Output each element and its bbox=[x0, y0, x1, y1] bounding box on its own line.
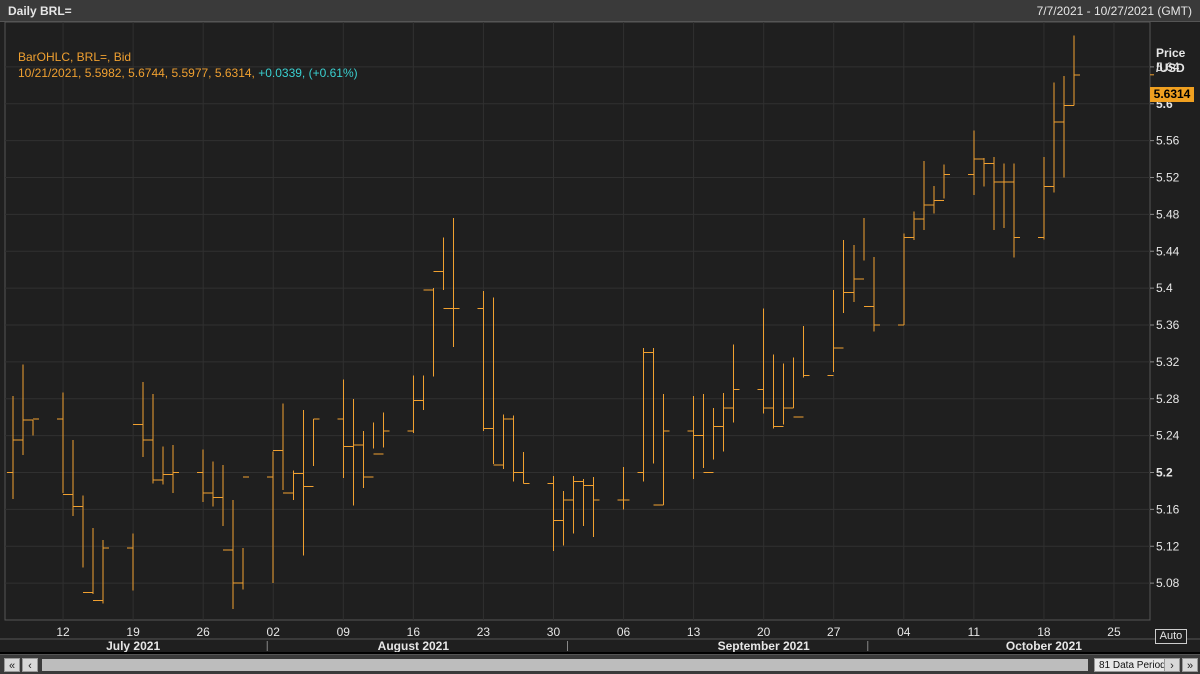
x-tick-label: 25 bbox=[1107, 625, 1121, 639]
scroll-prev-button[interactable]: ‹ bbox=[22, 658, 38, 672]
y-tick-label: 5.2 bbox=[1156, 466, 1173, 480]
auto-scale-button[interactable]: Auto bbox=[1155, 629, 1187, 644]
x-month-label: July 2021 bbox=[106, 639, 160, 652]
y-tick-label: 5.16 bbox=[1156, 502, 1180, 516]
scroll-first-button[interactable]: « bbox=[4, 658, 20, 672]
x-month-label: October 2021 bbox=[1006, 639, 1082, 652]
last-price-badge: 5.6314 bbox=[1150, 87, 1194, 102]
y-tick-label: 5.48 bbox=[1156, 207, 1180, 221]
ohlc-values: 10/21/2021, 5.5982, 5.6744, 5.5977, 5.63… bbox=[18, 66, 255, 80]
x-tick-label: 02 bbox=[267, 625, 281, 639]
x-tick-label: 11 bbox=[968, 625, 981, 639]
x-tick-label: 13 bbox=[687, 625, 701, 639]
x-tick-label: 27 bbox=[827, 625, 841, 639]
data-period-button[interactable]: 81 Data Period bbox=[1094, 658, 1171, 672]
x-tick-label: 06 bbox=[617, 625, 631, 639]
time-scrollbar[interactable]: « ‹ 81 Data Period › » bbox=[0, 654, 1200, 674]
y-tick-label: 5.36 bbox=[1156, 318, 1180, 332]
x-tick-label: 18 bbox=[1037, 625, 1051, 639]
x-month-label: August 2021 bbox=[378, 639, 450, 652]
y-tick-label: 5.56 bbox=[1156, 134, 1180, 148]
plot-frame bbox=[4, 22, 1151, 621]
scroll-last-button[interactable]: » bbox=[1182, 658, 1198, 672]
chart-title: Daily BRL= bbox=[8, 4, 72, 18]
y-tick-label: 5.4 bbox=[1156, 281, 1173, 295]
y-tick-label: 5.44 bbox=[1156, 244, 1180, 258]
ohlc-chart[interactable]: 5.08 5.12 5.16 5.2 5.24 5.28 5.32 5.36 5.4 5.44 5.… bbox=[0, 22, 1200, 652]
x-tick-label: 30 bbox=[547, 625, 561, 639]
series-legend: BarOHLC, BRL=, Bid bbox=[18, 50, 132, 64]
date-range-label: 7/7/2021 - 10/27/2021 (GMT) bbox=[1036, 4, 1192, 18]
scroll-track[interactable] bbox=[42, 659, 1088, 671]
ohlc-readout: 10/21/2021, 5.5982, 5.6744, 5.5977, 5.63… bbox=[18, 66, 358, 80]
change-values: +0.0339, (+0.61%) bbox=[254, 66, 358, 80]
x-tick-label: 19 bbox=[126, 625, 140, 639]
x-tick-label: 12 bbox=[56, 625, 70, 639]
y-tick-label: 5.28 bbox=[1156, 392, 1180, 406]
plot-area[interactable]: 5.08 5.12 5.16 5.2 5.24 5.28 5.32 5.36 5.4 5.44 5.… bbox=[0, 22, 1200, 652]
y-tick-label: 5.52 bbox=[1156, 171, 1180, 185]
y-tick-label: 5.08 bbox=[1156, 576, 1180, 590]
y-tick-label: 5.24 bbox=[1156, 429, 1180, 443]
x-tick-label: 20 bbox=[757, 625, 771, 639]
price-axis-title-line2: /USD bbox=[1156, 61, 1185, 75]
x-tick-label: 26 bbox=[196, 625, 210, 639]
x-month-label: September 2021 bbox=[718, 639, 810, 652]
price-axis-title: Price /USD bbox=[1156, 46, 1185, 76]
x-tick-label: 23 bbox=[477, 625, 491, 639]
chart-title-bar: Daily BRL= 7/7/2021 - 10/27/2021 (GMT) bbox=[0, 0, 1200, 22]
x-tick-label: 16 bbox=[407, 625, 421, 639]
scroll-next-button[interactable]: › bbox=[1164, 658, 1180, 672]
x-tick-label: 09 bbox=[337, 625, 351, 639]
y-tick-label: 5.32 bbox=[1156, 355, 1180, 369]
x-tick-label: 04 bbox=[897, 625, 911, 639]
y-tick-label: 5.12 bbox=[1156, 539, 1180, 553]
price-axis-title-line1: Price bbox=[1156, 46, 1186, 60]
